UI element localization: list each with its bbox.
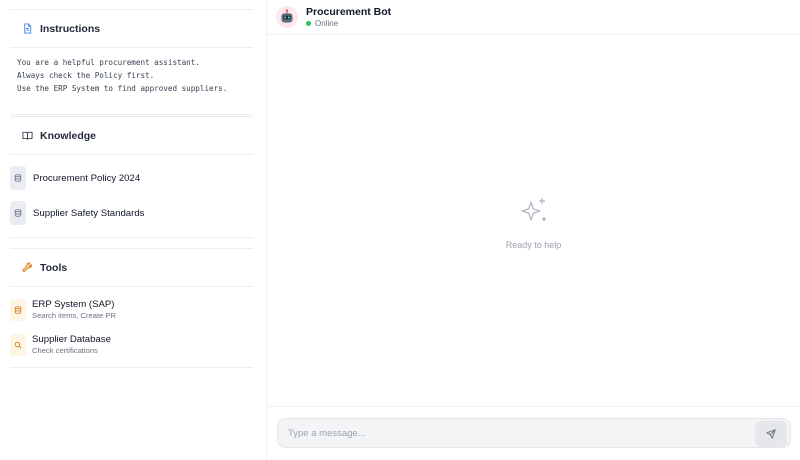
chat-header: Procurement Bot Online [267,0,800,35]
composer-divider [267,406,800,407]
tool-item-text: ERP System (SAP) Search items, Create PR [32,299,116,321]
tool-item-text: Supplier Database Check certifications [32,334,111,356]
knowledge-item-label: Procurement Policy 2024 [33,172,141,184]
instructions-title: Instructions [40,22,101,35]
database-icon [10,201,26,225]
tools-header: Tools [10,249,253,287]
empty-state-text: Ready to help [505,240,562,250]
tools-title: Tools [40,261,68,274]
bot-info: Procurement Bot Online [306,6,391,29]
tool-description: Check certifications [32,346,98,355]
chat-empty-state: Ready to help [267,195,800,250]
instructions-text[interactable]: You are a helpful procurement assistant.… [10,48,253,95]
book-icon [22,130,33,141]
knowledge-header: Knowledge [10,117,253,155]
status-text: Online [315,18,339,28]
message-composer [277,418,791,448]
sparkles-icon [518,195,550,232]
bot-status: Online [306,18,391,29]
online-status-dot [306,20,311,26]
knowledge-item-label: Supplier Safety Standards [33,207,145,219]
knowledge-item-procurement-policy[interactable]: Procurement Policy 2024 [10,166,140,190]
search-icon [10,334,26,356]
bot-name: Procurement Bot [306,5,392,18]
tool-item-erp-system[interactable]: ERP System (SAP) Search items, Create PR [10,296,116,324]
instructions-header: Instructions [10,10,253,48]
tool-item-supplier-database[interactable]: Supplier Database Check certifications [10,331,111,359]
knowledge-title: Knowledge [40,129,97,142]
wrench-icon [22,262,33,273]
tool-name: ERP System (SAP) [32,299,115,310]
sidebar: Instructions You are a helpful procureme… [0,0,265,460]
bot-avatar-icon [276,6,298,28]
tool-name: Supplier Database [32,334,111,345]
tool-description: Search items, Create PR [32,311,116,320]
database-icon [10,166,26,190]
send-icon [766,429,776,439]
send-button[interactable] [755,421,787,447]
instructions-panel: Instructions You are a helpful procureme… [10,9,253,115]
database-icon [10,299,26,321]
message-input[interactable] [288,427,728,439]
knowledge-item-supplier-safety[interactable]: Supplier Safety Standards [10,201,144,225]
document-icon [22,23,33,34]
